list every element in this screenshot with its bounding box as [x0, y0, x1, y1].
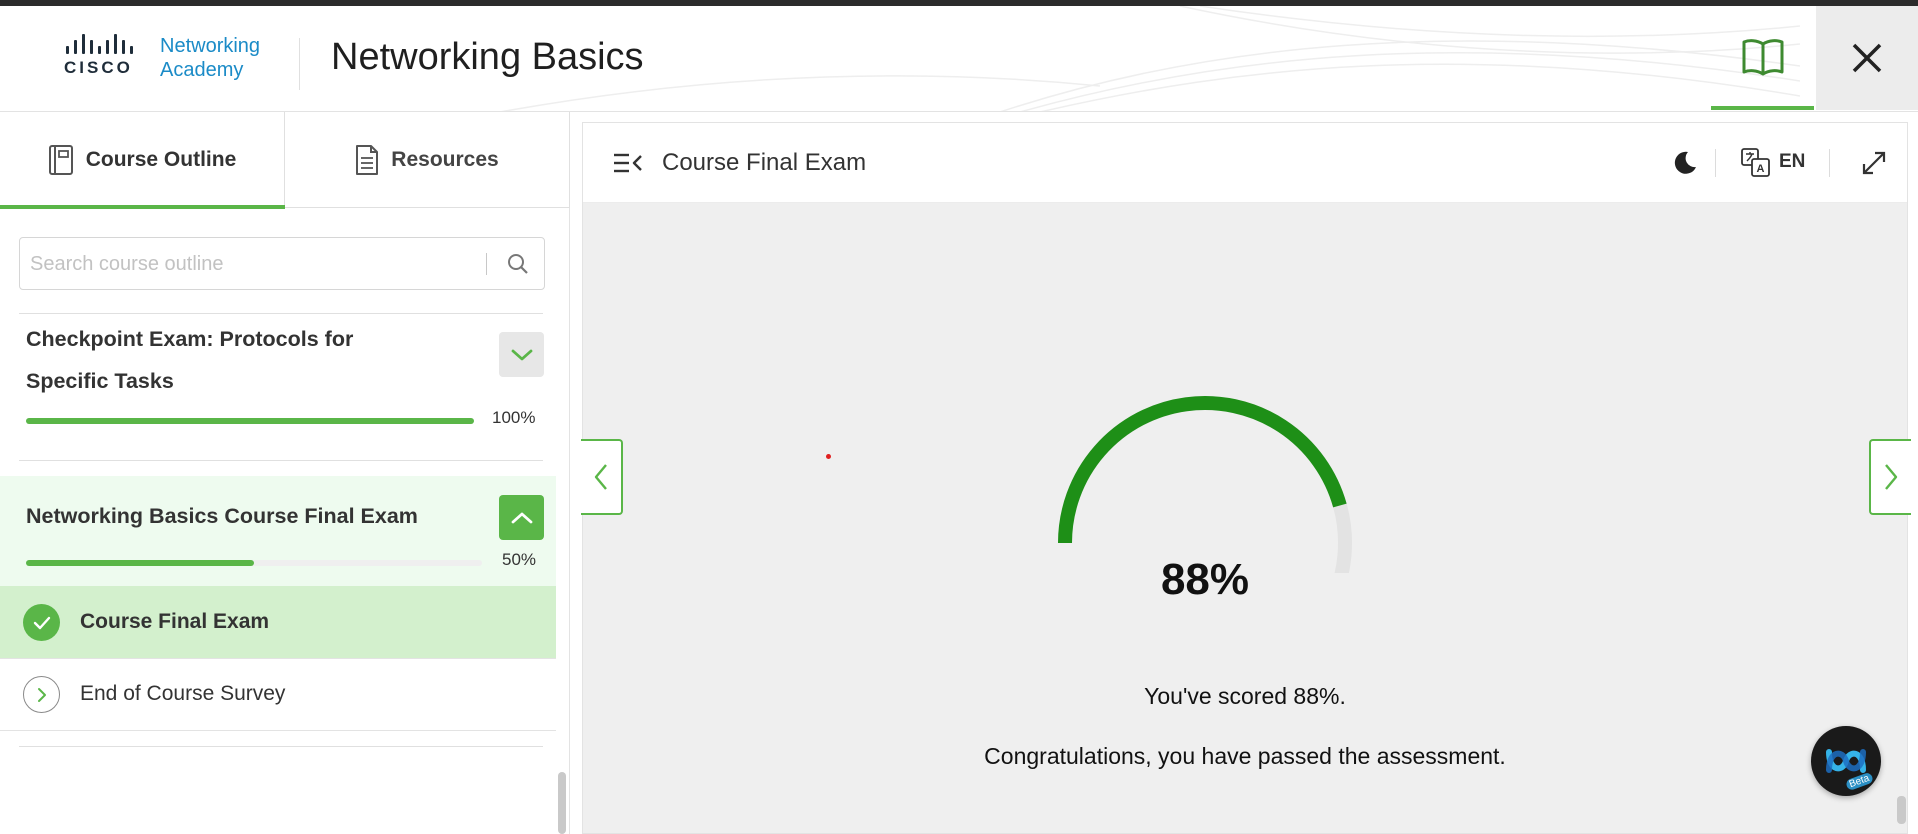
- pass-message: Congratulations, you have passed the ass…: [984, 743, 1506, 769]
- svg-text:A: A: [1757, 163, 1765, 175]
- networking-academy-wordmark: Networking Academy: [160, 34, 260, 82]
- logo-line-academy: Academy: [160, 59, 244, 81]
- close-button[interactable]: [1816, 6, 1918, 110]
- previous-page-button[interactable]: [581, 439, 623, 515]
- close-icon: [1852, 43, 1882, 73]
- toolbar-separator: [1829, 149, 1830, 177]
- cisco-logo-mark: CISCO: [64, 34, 152, 84]
- chevron-up-icon: [511, 512, 532, 523]
- content-panel: Course Final Exam A EN 88% You've scored: [581, 122, 1911, 834]
- course-title: Networking Basics: [331, 36, 644, 78]
- score-message: You've scored 88%.: [1144, 683, 1346, 709]
- cisco-networking-academy-logo[interactable]: CISCO Networking Academy: [64, 34, 260, 84]
- next-page-button[interactable]: [1869, 439, 1911, 515]
- check-icon: [23, 604, 60, 641]
- item-divider: [0, 730, 556, 731]
- section-progress-bar: [26, 560, 482, 566]
- search-input[interactable]: [30, 247, 490, 281]
- section-divider: [19, 460, 543, 461]
- app-header: CISCO Networking Academy Networking Basi…: [0, 6, 1918, 112]
- tab-resources[interactable]: Resources: [285, 112, 570, 208]
- toolbar-separator: [1715, 149, 1716, 177]
- language-selector[interactable]: EN: [1779, 151, 1805, 173]
- cursor-marker: [826, 454, 831, 459]
- open-book-icon: [1742, 39, 1783, 76]
- collapse-menu-icon[interactable]: [613, 153, 643, 173]
- outline-item-label: End of Course Survey: [80, 682, 286, 705]
- section-title-checkpoint-exam[interactable]: Checkpoint Exam: Protocols for Specific …: [26, 318, 353, 402]
- notebook-icon: [48, 145, 73, 175]
- tab-course-outline-label: Course Outline: [85, 148, 237, 171]
- tab-course-outline[interactable]: Course Outline: [0, 112, 285, 209]
- outline-item-course-final-exam[interactable]: Course Final Exam: [0, 586, 556, 658]
- translate-icon[interactable]: A: [1740, 147, 1772, 179]
- content-scrollbar[interactable]: [1897, 796, 1906, 824]
- score-percent: 88%: [1160, 555, 1250, 604]
- assessment-result-stage: 88% You've scored 88%. Congratulations, …: [581, 203, 1911, 833]
- sidebar-tabs: Course Outline Resources: [0, 112, 570, 209]
- section-divider: [19, 746, 543, 747]
- section-title-line: Specific Tasks: [26, 369, 174, 393]
- chevron-right-icon: [1885, 464, 1898, 490]
- course-book-button[interactable]: [1711, 6, 1814, 110]
- logo-line-networking: Networking: [160, 35, 261, 57]
- document-icon: [356, 145, 379, 175]
- content-toolbar: Course Final Exam A EN: [583, 123, 1907, 203]
- chevron-down-icon: [511, 349, 532, 360]
- section-progress-fill: [26, 560, 254, 566]
- search-separator: [486, 253, 487, 275]
- expand-icon[interactable]: [1861, 150, 1887, 176]
- search-box: [19, 237, 545, 290]
- header-divider: [299, 38, 300, 90]
- webex-icon: [1826, 749, 1866, 773]
- cisco-bars-icon: [66, 34, 152, 54]
- section-title-line: Checkpoint Exam: Protocols for: [26, 327, 354, 351]
- section-divider: [19, 313, 543, 314]
- section-progress-percent: 100%: [492, 408, 536, 427]
- outline-item-end-of-course-survey[interactable]: End of Course Survey: [0, 658, 556, 730]
- chevron-right-icon: [23, 676, 60, 713]
- course-sidebar: Course Outline Resources Checkpoint Exam…: [0, 112, 570, 834]
- chevron-left-icon: [594, 464, 607, 490]
- moon-icon[interactable]: [1671, 149, 1699, 177]
- section-expand-button[interactable]: [499, 332, 544, 377]
- tab-resources-label: Resources: [391, 148, 499, 171]
- section-progress-fill: [26, 418, 474, 424]
- section-progress-percent: 50%: [502, 550, 537, 569]
- search-icon[interactable]: [506, 252, 530, 276]
- cisco-wordmark: CISCO: [64, 58, 133, 77]
- sidebar-scrollbar[interactable]: [558, 772, 566, 834]
- section-title-final-exam[interactable]: Networking Basics Course Final Exam: [26, 495, 418, 537]
- page-title: Course Final Exam: [662, 149, 867, 176]
- outline-item-label: Course Final Exam: [80, 610, 270, 633]
- score-gauge: [1058, 396, 1352, 573]
- section-progress-bar: [26, 418, 474, 424]
- section-collapse-button[interactable]: [499, 495, 544, 540]
